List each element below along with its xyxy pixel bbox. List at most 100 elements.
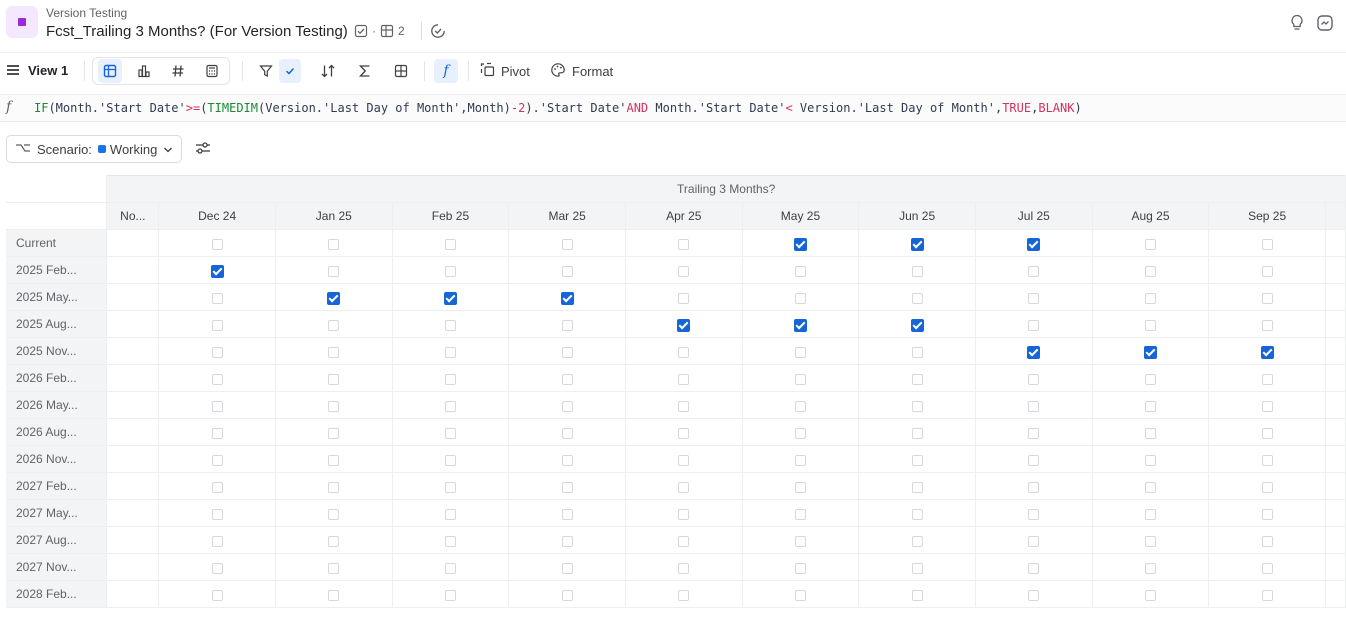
grid-cell[interactable]	[858, 310, 976, 338]
format-button[interactable]: Format	[550, 59, 613, 83]
grid-cell[interactable]	[392, 229, 510, 257]
grid-cell[interactable]	[1325, 337, 1346, 365]
grid-cell[interactable]	[625, 364, 743, 392]
checkbox-unchecked[interactable]	[328, 319, 340, 331]
grid-cell[interactable]	[975, 337, 1093, 365]
checkbox-unchecked[interactable]	[911, 508, 923, 520]
grid-cell[interactable]	[1325, 553, 1346, 581]
grid-cell[interactable]	[508, 445, 626, 473]
grid-cell[interactable]	[275, 445, 393, 473]
grid-cell[interactable]	[625, 580, 743, 608]
breadcrumb[interactable]: Version Testing	[46, 6, 127, 20]
grid-cell[interactable]	[1092, 472, 1210, 500]
grid-cell[interactable]	[858, 445, 976, 473]
grid-cell[interactable]	[975, 580, 1093, 608]
checkbox-unchecked[interactable]	[328, 427, 340, 439]
grid-cell[interactable]	[392, 256, 510, 284]
checkbox-unchecked[interactable]	[328, 346, 340, 358]
checkbox-unchecked[interactable]	[1144, 481, 1156, 493]
grid-cell[interactable]	[742, 310, 860, 338]
grid-cell[interactable]	[508, 391, 626, 419]
grid-cell[interactable]	[742, 553, 860, 581]
checkbox-unchecked[interactable]	[444, 400, 456, 412]
checkbox-unchecked[interactable]	[1028, 535, 1040, 547]
grid-cell[interactable]	[1092, 283, 1210, 311]
grid-cell[interactable]	[106, 580, 160, 608]
lightbulb-icon[interactable]	[1289, 14, 1305, 32]
grid-cell[interactable]	[975, 364, 1093, 392]
checkbox-unchecked[interactable]	[328, 508, 340, 520]
checkbox-unchecked[interactable]	[328, 265, 340, 277]
grid-cell[interactable]	[625, 391, 743, 419]
column-group-header[interactable]: Trailing 3 Months?	[106, 175, 1346, 203]
checkbox-unchecked[interactable]	[561, 481, 573, 493]
checkbox-unchecked[interactable]	[1028, 400, 1040, 412]
grid-cell[interactable]	[1208, 526, 1326, 554]
sort-icon[interactable]	[316, 59, 340, 83]
grid-cell[interactable]	[975, 229, 1093, 257]
grid-cell[interactable]	[1092, 256, 1210, 284]
page-title[interactable]: Fcst_Trailing 3 Months? (For Version Tes…	[46, 23, 348, 40]
checkbox-unchecked[interactable]	[561, 238, 573, 250]
checkbox-unchecked[interactable]	[1261, 454, 1273, 466]
checkbox-unchecked[interactable]	[561, 319, 573, 331]
chart-view-icon[interactable]	[132, 59, 156, 83]
row-header[interactable]: Current	[6, 229, 108, 257]
grid-cell[interactable]	[1325, 283, 1346, 311]
grid-cell[interactable]	[392, 391, 510, 419]
checkbox-unchecked[interactable]	[794, 346, 806, 358]
grid-cell[interactable]	[975, 283, 1093, 311]
checkbox-unchecked[interactable]	[911, 265, 923, 277]
grid-cell[interactable]	[158, 418, 276, 446]
checkbox-unchecked[interactable]	[678, 589, 690, 601]
checkbox-unchecked[interactable]	[1144, 454, 1156, 466]
checkbox-unchecked[interactable]	[328, 589, 340, 601]
grid-cell[interactable]	[1092, 553, 1210, 581]
grid-cell[interactable]	[742, 256, 860, 284]
grid-cell[interactable]	[1092, 391, 1210, 419]
grid-cell[interactable]	[1092, 445, 1210, 473]
checkbox-unchecked[interactable]	[911, 562, 923, 574]
grid-cell[interactable]	[742, 526, 860, 554]
checkbox-unchecked[interactable]	[1028, 454, 1040, 466]
checkbox-unchecked[interactable]	[911, 346, 923, 358]
row-header[interactable]: 2026 May...	[6, 391, 108, 419]
checkbox-checked[interactable]	[793, 237, 807, 251]
grid-cell[interactable]	[1208, 256, 1326, 284]
checkbox-unchecked[interactable]	[794, 265, 806, 277]
grid-cell[interactable]	[275, 310, 393, 338]
pivot-button[interactable]: Pivot	[480, 59, 530, 83]
checkbox-unchecked[interactable]	[678, 346, 690, 358]
column-header[interactable]: Sep 25	[1208, 202, 1326, 230]
checkbox-checked[interactable]	[443, 291, 457, 305]
checkbox-unchecked[interactable]	[1144, 265, 1156, 277]
grid-cell[interactable]	[1325, 445, 1346, 473]
grid-cell[interactable]	[392, 445, 510, 473]
checkbox-unchecked[interactable]	[444, 535, 456, 547]
grid-cell[interactable]	[1208, 580, 1326, 608]
checkbox-unchecked[interactable]	[211, 400, 223, 412]
grid-cell[interactable]	[275, 580, 393, 608]
checkbox-unchecked[interactable]	[911, 427, 923, 439]
grid-cell[interactable]	[106, 310, 160, 338]
grid-cell[interactable]	[158, 499, 276, 527]
checkbox-unchecked[interactable]	[911, 589, 923, 601]
row-header[interactable]: 2026 Feb...	[6, 364, 108, 392]
grid-cell[interactable]	[742, 472, 860, 500]
grid-cell[interactable]	[508, 526, 626, 554]
checkbox-unchecked[interactable]	[911, 292, 923, 304]
grid-cell[interactable]	[106, 337, 160, 365]
checkbox-unchecked[interactable]	[1028, 562, 1040, 574]
checkbox-unchecked[interactable]	[211, 292, 223, 304]
review-check-icon[interactable]	[430, 23, 446, 42]
checkbox-unchecked[interactable]	[1144, 292, 1156, 304]
grid-cell[interactable]	[392, 283, 510, 311]
grid-cell[interactable]	[508, 229, 626, 257]
checkbox-unchecked[interactable]	[1144, 373, 1156, 385]
checkbox-unchecked[interactable]	[1261, 292, 1273, 304]
grid-cell[interactable]	[275, 391, 393, 419]
checkbox-unchecked[interactable]	[794, 454, 806, 466]
row-header[interactable]: 2028 Feb...	[6, 580, 108, 608]
checkbox-unchecked[interactable]	[211, 373, 223, 385]
checkbox-checked[interactable]	[1143, 345, 1157, 359]
